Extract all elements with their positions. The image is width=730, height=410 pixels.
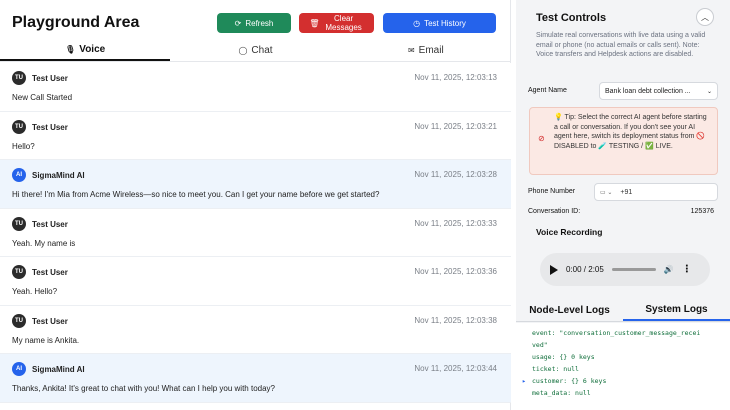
message-text: New Call Started — [12, 93, 73, 102]
message-sender: SigmaMind AI — [32, 365, 85, 374]
test-history-button[interactable]: ◷ Test History — [383, 13, 496, 33]
mail-icon: ✉ — [407, 46, 415, 55]
log-line: ved" — [522, 341, 730, 353]
avatar: TU — [12, 216, 26, 231]
message-list: TU Test User Nov 11, 2025, 12:03:13 New … — [0, 63, 511, 403]
message-time: Nov 11, 2025, 12:03:21 — [414, 121, 497, 131]
log-line: event: "conversation_customer_message_re… — [522, 329, 730, 341]
page-title: Playground Area — [12, 14, 140, 31]
tip-box: ⊘ 💡 Tip: Select the correct AI agent bef… — [529, 107, 718, 175]
message-text: Hello? — [12, 141, 35, 151]
phone-number-input[interactable]: ▭ ⌄ +91 — [594, 183, 718, 201]
chevron-down-icon: ⌄ — [706, 88, 712, 95]
message-text: Hi there! I'm Mia from Acme Wireless—so … — [12, 190, 380, 199]
log-text: usage: {} 0 keys — [532, 353, 595, 361]
agent-select-value: Bank loan debt collection ... — [605, 87, 691, 95]
message-time: Nov 11, 2025, 12:03:38 — [414, 315, 497, 325]
message-item: AI SigmaMind AI Nov 11, 2025, 12:03:28 H… — [0, 160, 511, 209]
message-sender: SigmaMind AI — [32, 171, 85, 180]
history-label: Test History — [424, 18, 466, 28]
message-item: TU Test User Nov 11, 2025, 12:03:36 Yeah… — [0, 257, 511, 306]
avatar: TU — [12, 119, 26, 134]
conversation-id-label: Conversation ID: — [528, 208, 581, 215]
playground-panel: Playground Area ⟳ Refresh 🗑 Clear Messag… — [0, 0, 511, 410]
system-logs-view[interactable]: event: "conversation_customer_message_re… — [516, 323, 730, 410]
tip-text: 💡 Tip: Select the correct AI agent befor… — [554, 114, 707, 150]
log-text: ved" — [532, 341, 548, 349]
clock-icon: ◷ — [413, 18, 421, 28]
avatar: TU — [12, 265, 26, 279]
voice-recording-title: Voice Recording — [536, 227, 603, 237]
avatar: AI — [12, 168, 26, 182]
message-item: TU Test User Nov 11, 2025, 12:03:21 Hell… — [0, 111, 511, 160]
clear-messages-button[interactable]: 🗑 Clear Messages — [299, 13, 374, 33]
tab-voice[interactable]: 🎙 Voice — [0, 40, 171, 61]
avatar: TU — [12, 313, 26, 328]
message-text: My name is Ankita. — [12, 335, 80, 345]
avatar: AI — [12, 362, 26, 376]
log-text: ticket: null — [532, 365, 579, 373]
chat-bubble-icon: ◯ — [238, 46, 248, 55]
tab-voice-label: Voice — [79, 44, 106, 55]
message-item: TU Test User Nov 11, 2025, 12:03:33 Yeah… — [0, 208, 511, 257]
conversation-id-value: 125376 — [690, 208, 714, 215]
agent-select[interactable]: Bank loan debt collection ... ⌄ — [599, 82, 718, 100]
log-line: ▸ customer: {} 6 keys — [522, 377, 730, 389]
play-icon[interactable] — [550, 264, 558, 275]
message-time: Nov 11, 2025, 12:03:28 — [414, 170, 497, 179]
refresh-icon: ⟳ — [234, 18, 242, 28]
log-line: ticket: null — [522, 365, 730, 377]
collapse-button[interactable]: ︿ — [696, 8, 714, 26]
clear-label: Clear Messages — [325, 14, 362, 32]
message-sender: Test User — [32, 316, 68, 326]
agent-name-label: Agent Name — [528, 87, 567, 94]
controls-description: Simulate real conversations with live da… — [536, 32, 706, 58]
test-controls-panel: Test Controls ︿ Simulate real conversati… — [516, 0, 730, 410]
log-text: event: "conversation_customer_message_re… — [532, 329, 701, 337]
tab-email[interactable]: ✉ Email — [341, 40, 511, 61]
message-item: TU Test User Nov 11, 2025, 12:03:13 New … — [0, 63, 511, 112]
message-time: Nov 11, 2025, 12:03:13 — [414, 73, 497, 82]
message-item: AI SigmaMind AI Nov 11, 2025, 12:03:44 T… — [0, 354, 511, 403]
message-sender: Test User — [32, 74, 68, 83]
message-text: Yeah. My name is — [12, 238, 76, 248]
phone-number-label: Phone Number — [528, 188, 576, 195]
log-line: meta_data: null — [522, 389, 730, 401]
audio-time: 0:00 / 2:05 — [566, 265, 604, 274]
test-controls-title: Test Controls — [536, 12, 607, 24]
refresh-label: Refresh — [245, 18, 274, 28]
avatar: TU — [12, 71, 26, 85]
log-text: meta_data: null — [532, 389, 591, 397]
tab-system-logs[interactable]: System Logs — [623, 300, 730, 321]
flag-icon[interactable]: ▭ ⌄ — [600, 189, 612, 196]
tab-chat-label: Chat — [251, 45, 273, 56]
tab-node-level-logs[interactable]: Node-Level Logs — [516, 300, 623, 321]
message-sender: Test User — [32, 122, 68, 132]
audio-progress-bar[interactable] — [611, 268, 656, 271]
audio-player: 0:00 / 2:05 🔊 ⋮ — [540, 253, 710, 286]
phone-number-value: +91 — [620, 188, 633, 196]
expand-arrow-icon[interactable]: ▸ — [522, 377, 532, 385]
message-time: Nov 11, 2025, 12:03:36 — [414, 267, 497, 276]
more-options-icon[interactable]: ⋮ — [682, 264, 692, 275]
microphone-icon: 🎙 — [65, 45, 76, 54]
message-item: TU Test User Nov 11, 2025, 12:03:38 My n… — [0, 305, 511, 354]
message-sender: Test User — [32, 219, 68, 229]
channel-tabs: 🎙 Voice ◯ Chat ✉ Email — [0, 40, 511, 62]
message-time: Nov 11, 2025, 12:03:33 — [414, 218, 497, 228]
message-time: Nov 11, 2025, 12:03:44 — [414, 364, 497, 373]
trash-icon: 🗑 — [309, 18, 320, 28]
log-tabs: Node-Level Logs System Logs — [516, 300, 730, 322]
volume-icon[interactable]: 🔊 — [664, 265, 674, 274]
log-line: usage: {} 0 keys — [522, 353, 730, 365]
message-text: Thanks, Ankita! It's great to chat with … — [12, 384, 275, 393]
tab-email-label: Email — [418, 45, 444, 56]
message-sender: Test User — [32, 268, 68, 277]
tab-chat[interactable]: ◯ Chat — [170, 40, 340, 61]
chevron-up-icon: ︿ — [701, 12, 709, 22]
log-text: customer: {} 6 keys — [532, 377, 607, 385]
refresh-button[interactable]: ⟳ Refresh — [217, 13, 291, 33]
alert-icon: ⊘ — [538, 134, 545, 143]
message-text: Yeah. Hello? — [12, 287, 58, 296]
